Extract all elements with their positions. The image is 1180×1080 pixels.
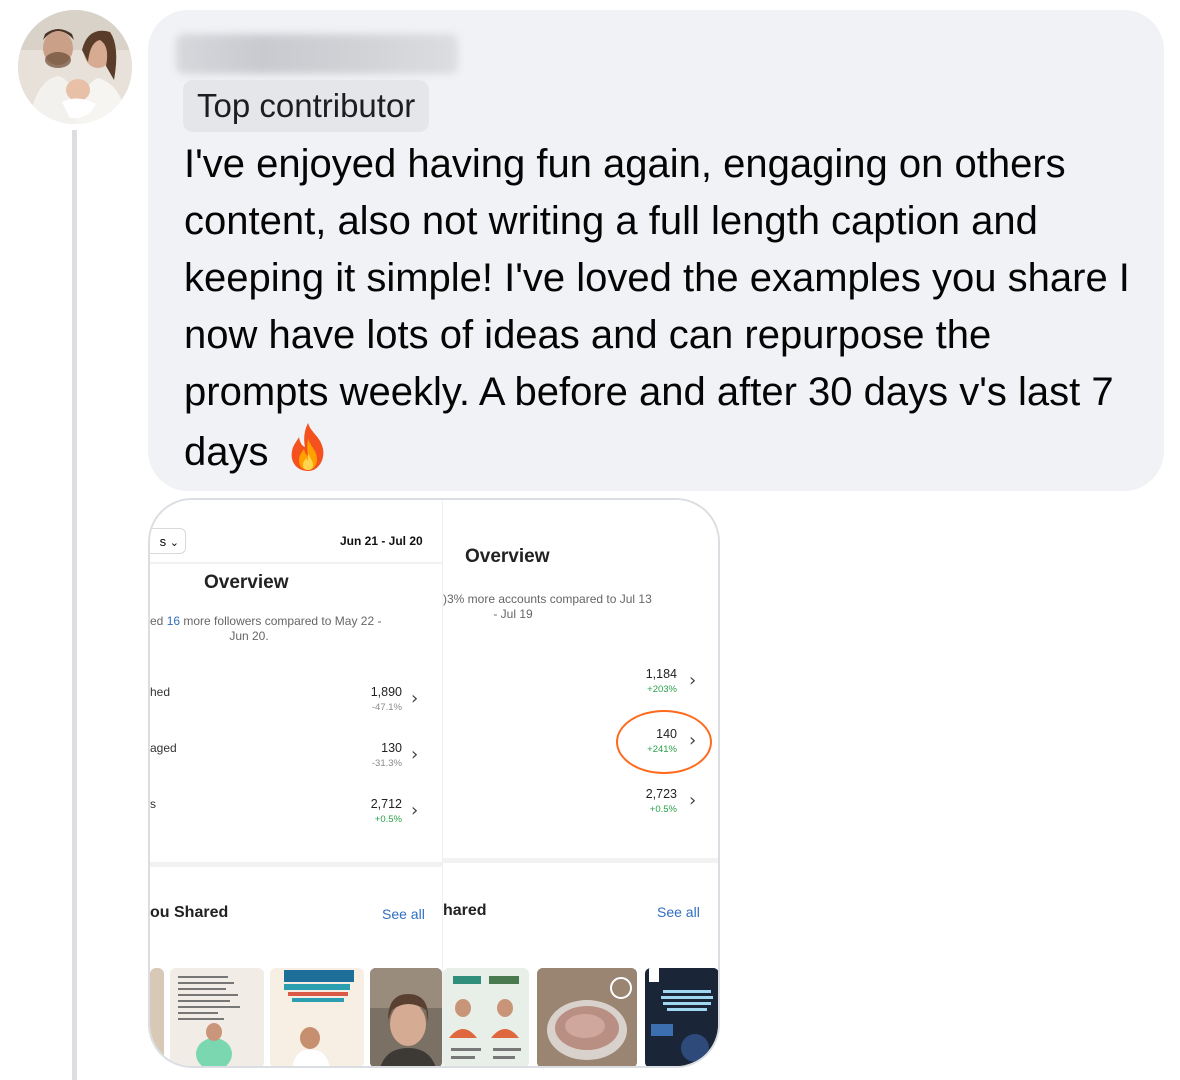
- metric-value: 2,723: [645, 787, 677, 801]
- thumbnail-image: [443, 968, 529, 1066]
- metric-value: 1,184: [645, 667, 677, 681]
- metric-value: 130: [381, 741, 402, 755]
- content-thumbnail[interactable]: [270, 968, 364, 1066]
- attached-image[interactable]: s ⌄ Jun 21 - Jul 20 Overview ed 16 more …: [148, 498, 720, 1068]
- highlight-circle: [616, 710, 712, 774]
- metric-change: +0.5%: [649, 804, 677, 815]
- overview-subtitle-line2: Jun 20.: [229, 629, 269, 643]
- metric-value: 2,712: [370, 797, 402, 811]
- content-thumbnail[interactable]: [150, 968, 164, 1066]
- chevron-right-icon[interactable]: ›: [411, 744, 418, 765]
- comment-text: I've enjoyed having fun again, engaging …: [184, 136, 1144, 489]
- content-thumbnail[interactable]: [370, 968, 442, 1066]
- subtitle-number: 16: [166, 614, 181, 628]
- overview-subtitle: ed 16 more followers compared to May 22 …: [150, 614, 410, 629]
- thumbnail-image: [537, 968, 637, 1066]
- section-title: ou Shared: [150, 904, 229, 921]
- thumbnail-image: [370, 968, 442, 1066]
- thumbnail-image: [645, 968, 718, 1066]
- top-contributor-badge: Top contributor: [183, 80, 430, 132]
- section-divider: [443, 858, 718, 863]
- insights-screenshot-before: s ⌄ Jun 21 - Jul 20 Overview ed 16 more …: [150, 500, 442, 1066]
- metric-change: -47.1%: [371, 702, 402, 713]
- subtitle-rest: more accounts compared to Jul 13: [464, 592, 652, 606]
- overview-title: Overview: [204, 572, 289, 593]
- chevron-right-icon[interactable]: ›: [411, 688, 418, 709]
- metric-label: aged: [150, 741, 177, 755]
- chevron-down-icon: ⌄: [169, 536, 179, 549]
- chevron-right-icon[interactable]: ›: [689, 670, 696, 691]
- metric-change: +203%: [647, 684, 677, 695]
- avatar-photo: [18, 10, 132, 124]
- overview-subtitle-line2: - Jul 19: [493, 607, 533, 621]
- see-all-link[interactable]: See all: [382, 906, 425, 922]
- content-thumbnail[interactable]: [170, 968, 264, 1066]
- avatar[interactable]: [18, 10, 132, 124]
- chevron-right-icon[interactable]: ›: [411, 800, 418, 821]
- subtitle-rest: more followers compared to May 22 -: [180, 614, 382, 628]
- section-title: hared: [443, 902, 487, 919]
- section-divider: [150, 862, 442, 867]
- metric-value: 1,890: [370, 685, 402, 699]
- date-range: Jun 21 - Jul 20: [340, 534, 423, 548]
- overview-title: Overview: [465, 546, 550, 567]
- subtitle-prefix: )3%: [443, 592, 465, 606]
- thread-line: [72, 130, 77, 1080]
- insights-screenshot-after: Overview )3% more accounts compared to J…: [442, 500, 718, 1066]
- overview-subtitle: )3% more accounts compared to Jul 13: [443, 592, 693, 607]
- content-thumbnail[interactable]: [443, 968, 529, 1066]
- header-divider: [150, 562, 442, 564]
- author-name-redacted[interactable]: [176, 34, 458, 74]
- chevron-right-icon[interactable]: ›: [689, 790, 696, 811]
- metric-label: hed: [150, 685, 171, 699]
- content-thumbnail[interactable]: [537, 968, 637, 1066]
- fire-icon: [285, 421, 331, 489]
- thumbnail-image: [270, 968, 364, 1066]
- dropdown-selector: s ⌄: [150, 528, 186, 554]
- metric-change: +0.5%: [374, 814, 402, 825]
- thumbnail-image: [170, 968, 264, 1066]
- see-all-link[interactable]: See all: [657, 904, 700, 920]
- dropdown-text: s: [159, 534, 167, 549]
- metric-label: s: [150, 797, 156, 811]
- subtitle-prefix: ed: [150, 614, 167, 628]
- metric-change: -31.3%: [371, 758, 402, 769]
- content-thumbnail[interactable]: [645, 968, 718, 1066]
